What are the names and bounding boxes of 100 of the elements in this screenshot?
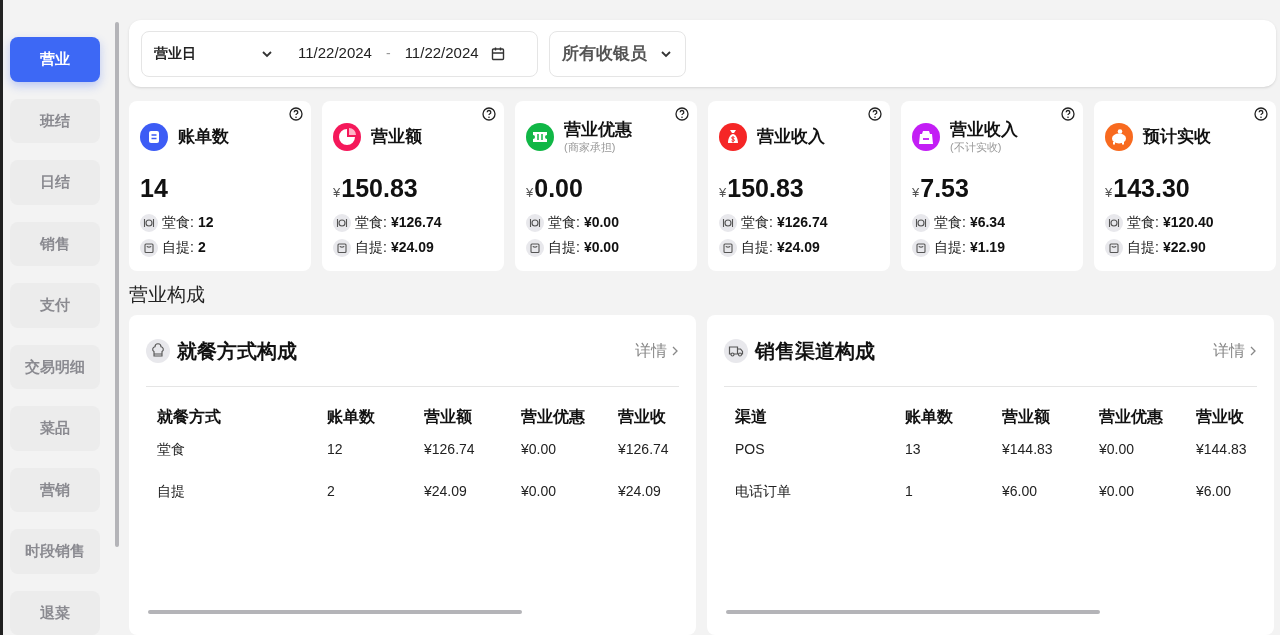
card-value: 150.83 — [727, 173, 804, 204]
breakdown-label: 自提: — [1127, 238, 1159, 257]
sidebar-item[interactable]: 支付 — [10, 283, 100, 328]
sidebar-item[interactable]: 销售 — [10, 221, 100, 266]
card-value: 7.53 — [920, 173, 969, 204]
breakdown-label: 堂食: — [548, 213, 580, 232]
table-cell-text: ¥144.83 — [1002, 439, 1054, 459]
table-cell-text: 电话订单 — [735, 481, 792, 501]
card-value: 150.83 — [341, 173, 418, 204]
breakdown-value: ¥6.34 — [969, 213, 1005, 232]
sidebar-item[interactable]: 时段销售 — [10, 529, 100, 574]
bag-icon — [1105, 238, 1123, 257]
horizontal-scrollbar[interactable] — [148, 610, 522, 614]
table-cell-text: 13 — [905, 439, 922, 459]
currency-symbol: ¥ — [912, 184, 920, 202]
card-subtitle: (不计实收) — [950, 140, 1003, 154]
breakdown-label: 堂食: — [355, 213, 387, 232]
card-title: 预计实收 — [1143, 127, 1211, 147]
breakdown-value: ¥1.19 — [969, 238, 1005, 257]
chevron-right-icon — [671, 344, 679, 357]
sidebar-item[interactable]: 交易明细 — [10, 344, 100, 389]
date-range-field[interactable]: 营业日 11/22/2024 - 11/22/2024 — [141, 30, 538, 77]
sidebar-item[interactable]: 营销 — [10, 467, 100, 512]
table-cell-text: ¥6.00 — [1196, 481, 1233, 501]
currency-symbol: ¥ — [719, 184, 727, 202]
help-icon[interactable] — [868, 107, 882, 121]
bag-icon — [912, 238, 930, 257]
chef-hat-icon — [146, 338, 170, 363]
bag-icon — [140, 238, 158, 257]
breakdown-value: ¥0.00 — [583, 213, 619, 232]
card-subtitle: (商家承担) — [564, 140, 617, 154]
breakdown-label: 堂食: — [741, 213, 773, 232]
date-from[interactable]: 11/22/2024 — [298, 42, 372, 65]
breakdown-label: 自提: — [741, 238, 773, 257]
breakdown-value: 2 — [197, 238, 206, 257]
panel-title: 销售渠道构成 — [755, 338, 875, 364]
column-header: 账单数 — [905, 407, 954, 427]
column-header: 渠道 — [735, 407, 768, 427]
breakdown-value: ¥120.40 — [1162, 213, 1214, 232]
truck-icon — [724, 338, 748, 363]
breakdown-value: ¥126.74 — [776, 213, 828, 232]
help-icon[interactable] — [1061, 107, 1075, 121]
column-header: 营业优惠 — [1099, 407, 1164, 427]
currency-symbol: ¥ — [526, 184, 534, 202]
column-header: 营业收 — [1196, 407, 1245, 427]
breakdown-value: ¥126.74 — [390, 213, 442, 232]
breakdown-label: 自提: — [355, 238, 387, 257]
details-link[interactable]: 详情 — [1213, 338, 1257, 363]
card-value: 0.00 — [534, 173, 583, 204]
card-title: 营业收入 — [757, 127, 825, 147]
breakdown-value: ¥0.00 — [583, 238, 619, 257]
help-icon[interactable] — [482, 107, 496, 121]
table-cell-text: ¥24.09 — [424, 481, 468, 501]
breakdown-value: ¥22.90 — [1162, 238, 1206, 257]
column-header: 营业收 — [618, 407, 667, 427]
sidebar-item[interactable]: 日结 — [10, 160, 100, 205]
breakdown-label: 自提: — [934, 238, 966, 257]
card-title: 营业优惠 — [564, 120, 632, 140]
table-cell-text: ¥144.83 — [1196, 439, 1248, 459]
table-cell-text: ¥6.00 — [1002, 481, 1039, 501]
card-value: 14 — [140, 173, 168, 204]
help-icon[interactable] — [1254, 107, 1268, 121]
table-cell-text: 2 — [327, 481, 336, 501]
card-title: 营业额 — [371, 127, 422, 147]
plate-icon — [140, 213, 158, 232]
card-title: 账单数 — [178, 127, 229, 147]
card-title: 营业收入 — [950, 120, 1018, 140]
date-to[interactable]: 11/22/2024 — [404, 42, 479, 65]
card-value: 143.30 — [1113, 173, 1190, 204]
sidebar-item[interactable]: 班结 — [10, 98, 100, 143]
bag-icon — [333, 238, 351, 257]
plate-icon — [1105, 213, 1123, 232]
date-separator: - — [385, 44, 391, 63]
table-cell-text: ¥126.74 — [618, 439, 670, 459]
breakdown-label: 堂食: — [1127, 213, 1159, 232]
help-icon[interactable] — [289, 107, 303, 121]
column-header: 营业额 — [424, 407, 473, 427]
help-icon[interactable] — [675, 107, 689, 121]
column-header: 营业额 — [1002, 407, 1051, 427]
horizontal-scrollbar[interactable] — [726, 610, 1100, 614]
chevron-right-icon — [1249, 344, 1257, 357]
table-cell-text: 自提 — [157, 481, 186, 501]
period-select[interactable]: 营业日 — [154, 43, 260, 64]
calendar-icon[interactable] — [490, 46, 505, 61]
breakdown-label: 自提: — [162, 238, 194, 257]
column-header: 就餐方式 — [157, 407, 222, 427]
cashier-select[interactable]: 所有收银员 — [549, 30, 686, 77]
bag-icon — [526, 238, 544, 257]
sidebar-item[interactable]: 菜品 — [10, 406, 100, 451]
breakdown-value: ¥24.09 — [390, 238, 434, 257]
plate-icon — [912, 213, 930, 232]
table-cell-text: 12 — [327, 439, 344, 459]
sidebar-item[interactable]: 退菜 — [10, 590, 100, 635]
table-cell-text: ¥0.00 — [521, 481, 558, 501]
plate-icon — [719, 213, 737, 232]
column-header: 账单数 — [327, 407, 376, 427]
sidebar-item[interactable]: 营业 — [10, 37, 100, 82]
scrollbar[interactable] — [115, 22, 119, 547]
table-cell-text: ¥0.00 — [1099, 481, 1136, 501]
details-link[interactable]: 详情 — [635, 338, 679, 363]
